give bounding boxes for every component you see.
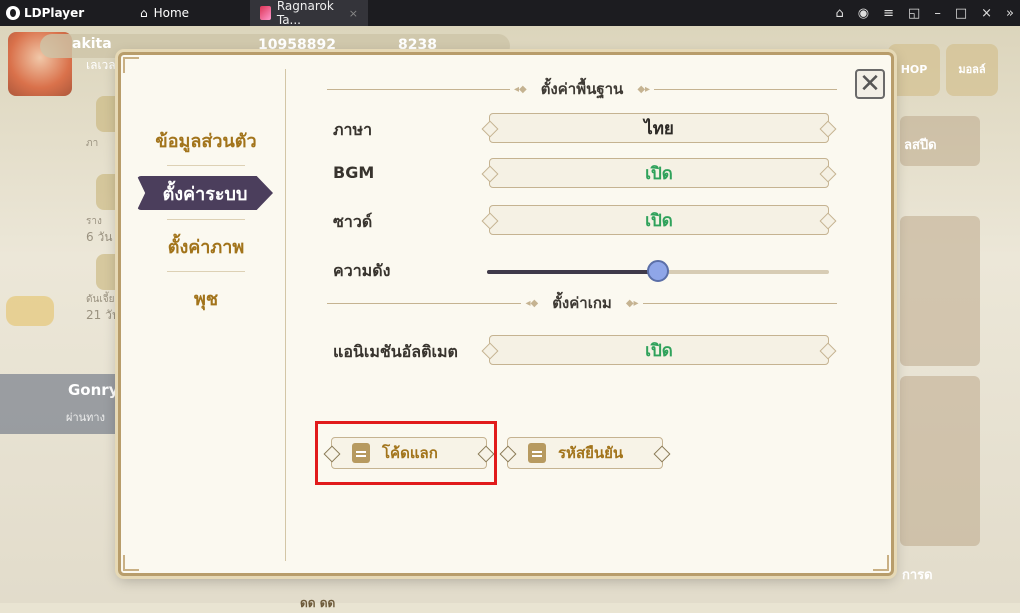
- close-icon[interactable]: ×: [981, 6, 992, 21]
- app-name: LDPlayer: [24, 6, 85, 20]
- volume-label: ความดัง: [333, 261, 391, 280]
- section-basic-title: ตั้งค่าพื้นฐาน: [540, 80, 624, 98]
- ldplayer-brand: LDPlayer: [0, 6, 116, 20]
- volume-slider[interactable]: [487, 260, 829, 282]
- expand-icon[interactable]: »: [1006, 6, 1014, 21]
- verify-code-label: รหัสยืนยัน: [558, 444, 624, 462]
- ornament-icon: ◆▸: [637, 83, 651, 95]
- verify-code-button[interactable]: รหัสยืนยัน: [507, 437, 663, 469]
- left-menu-label: ดันเจี้ยน: [86, 294, 122, 305]
- player-name: akita: [72, 36, 112, 52]
- right-character-card[interactable]: [900, 216, 980, 366]
- chat-bubble-icon[interactable]: [6, 296, 54, 326]
- dialog-corner-ornament: [123, 555, 139, 571]
- ornament-icon: ◂◆: [525, 297, 539, 309]
- player-level-label: เลเวล: [86, 58, 116, 72]
- bottom-label: ดด ดด: [300, 596, 336, 610]
- tab-close-icon[interactable]: ×: [349, 7, 358, 20]
- menu-icon[interactable]: ≡: [883, 6, 894, 21]
- dialog-corner-ornament: [873, 555, 889, 571]
- ldplayer-logo-icon: [6, 6, 20, 20]
- nav-divider: [167, 219, 245, 220]
- guild-sub: ผ่านทาง: [66, 411, 105, 424]
- tab-ragnarok[interactable]: Ragnarok Ta... ×: [250, 0, 368, 27]
- tab-home-label: Home: [153, 6, 190, 20]
- nav-push[interactable]: พุช: [131, 281, 281, 315]
- nav-divider: [167, 271, 245, 272]
- highlight-box: [315, 421, 497, 485]
- card-label: การด: [902, 568, 933, 583]
- guild-name: Gonry: [68, 381, 119, 399]
- dialog-close-button[interactable]: ✕: [855, 69, 885, 99]
- settings-dialog: ข้อมูลส่วนตัว ตั้งค่าระบบ ตั้งค่าภาพ พุช…: [118, 52, 894, 576]
- mall-button[interactable]: มอลล์: [946, 44, 998, 96]
- section-game-header: ◂◆ ตั้งค่าเกม ◆▸: [327, 293, 837, 313]
- nav-vertical-divider: [285, 69, 286, 561]
- shop-button[interactable]: HOP: [888, 44, 940, 96]
- account-icon[interactable]: ◉: [858, 6, 869, 21]
- tab-ragnarok-label: Ragnarok Ta...: [276, 0, 334, 27]
- right-event-label: ลสปีด: [904, 138, 937, 153]
- coin-count: 10958892: [258, 37, 336, 53]
- nav-personal-info[interactable]: ข้อมูลส่วนตัว: [131, 123, 281, 157]
- restore-icon[interactable]: ◱: [908, 6, 920, 21]
- ultimate-animation-label: แอนิเมชันอัลติเมต: [333, 342, 458, 361]
- bgm-toggle[interactable]: เปิด: [489, 158, 829, 188]
- section-game-title: ตั้งค่าเกม: [552, 294, 612, 312]
- ornament-icon: ◆▸: [625, 297, 639, 309]
- gamepad-icon[interactable]: ⌂: [836, 6, 844, 21]
- section-basic-header: ◂◆ ตั้งค่าพื้นฐาน ◆▸: [327, 79, 837, 99]
- emulator-titlebar: LDPlayer ⌂ Home Ragnarok Ta... × ⌂ ◉ ≡ ◱…: [0, 0, 1020, 27]
- nav-divider: [167, 165, 245, 166]
- left-menu-label: 21 วัน: [86, 308, 121, 322]
- window-controls: ⌂ ◉ ≡ ◱ – □ × »: [836, 0, 1014, 26]
- volume-slider-fill: [487, 270, 658, 274]
- sound-label: ซาวด์: [333, 212, 373, 231]
- left-menu-label: ราง: [86, 216, 102, 227]
- language-selector[interactable]: ไทย: [489, 113, 829, 143]
- gem-count: 8238: [398, 37, 437, 53]
- language-label: ภาษา: [333, 120, 373, 139]
- right-character-card[interactable]: [900, 376, 980, 546]
- nav-graphics-settings[interactable]: ตั้งค่าภาพ: [131, 229, 281, 263]
- bgm-label: BGM: [333, 163, 375, 182]
- document-icon: [528, 443, 546, 463]
- game-thumbnail-icon: [260, 6, 271, 20]
- tab-home[interactable]: ⌂ Home: [130, 0, 250, 26]
- minimize-icon[interactable]: –: [934, 6, 941, 21]
- ornament-icon: ◂◆: [513, 83, 527, 95]
- left-menu-label: 6 วัน: [86, 230, 113, 244]
- volume-slider-handle[interactable]: [647, 260, 669, 282]
- sound-toggle[interactable]: เปิด: [489, 205, 829, 235]
- left-menu-label: ภา: [86, 138, 99, 149]
- maximize-icon[interactable]: □: [955, 6, 967, 21]
- home-icon: ⌂: [140, 6, 148, 20]
- ultimate-animation-toggle[interactable]: เปิด: [489, 335, 829, 365]
- dialog-corner-ornament: [123, 57, 139, 73]
- nav-system-settings[interactable]: ตั้งค่าระบบ: [137, 176, 273, 210]
